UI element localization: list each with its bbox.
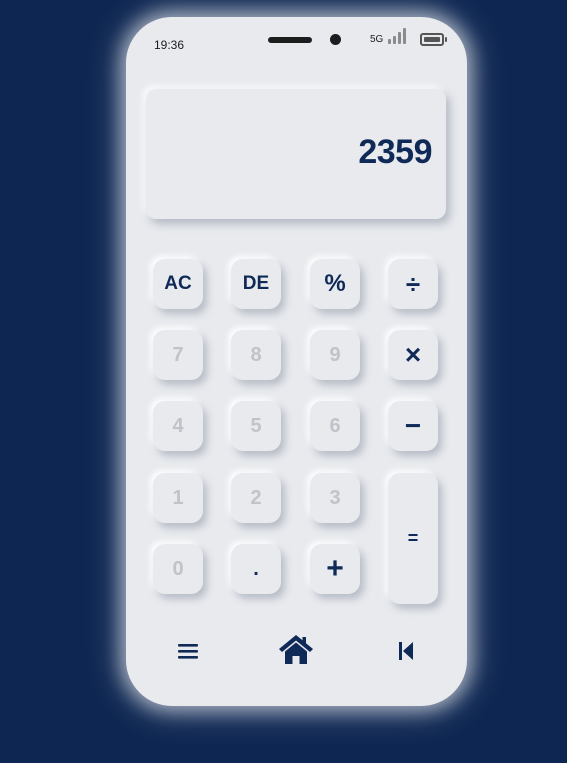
delete-button[interactable]: DE xyxy=(231,259,281,309)
ac-button[interactable]: AC xyxy=(153,259,203,309)
digit-0-button[interactable]: 0 xyxy=(153,544,203,594)
minus-button[interactable]: − xyxy=(388,401,438,451)
home-button[interactable] xyxy=(276,629,316,669)
menu-icon xyxy=(178,644,198,659)
multiply-button[interactable]: × xyxy=(388,330,438,380)
calculator-display: 2359 xyxy=(146,89,446,219)
status-time: 19:36 xyxy=(154,38,185,52)
display-value: 2359 xyxy=(358,133,432,171)
digit-6-button[interactable]: 6 xyxy=(310,401,360,451)
plus-button[interactable]: + xyxy=(310,544,360,594)
digit-2-button[interactable]: 2 xyxy=(231,473,281,523)
digit-8-button[interactable]: 8 xyxy=(231,330,281,380)
digit-7-button[interactable]: 7 xyxy=(153,330,203,380)
decimal-button[interactable]: . xyxy=(231,544,281,594)
digit-9-button[interactable]: 9 xyxy=(310,330,360,380)
percent-button[interactable]: % xyxy=(310,259,360,309)
divide-button[interactable]: ÷ xyxy=(388,259,438,309)
skip-back-icon xyxy=(399,642,413,660)
digit-5-button[interactable]: 5 xyxy=(231,401,281,451)
menu-button[interactable] xyxy=(168,631,208,671)
speaker-notch xyxy=(268,37,312,43)
camera-dot xyxy=(330,34,341,45)
battery-icon xyxy=(420,33,447,46)
phone-frame: 19:36 5G 2359 AC DE % ÷ 7 8 9 × 4 5 6 − … xyxy=(126,17,467,706)
equals-button[interactable]: = xyxy=(388,473,438,604)
skip-back-button[interactable] xyxy=(386,631,426,671)
network-label: 5G xyxy=(370,34,384,45)
home-icon xyxy=(279,635,313,664)
digit-1-button[interactable]: 1 xyxy=(153,473,203,523)
signal-icon xyxy=(388,28,410,44)
digit-3-button[interactable]: 3 xyxy=(310,473,360,523)
digit-4-button[interactable]: 4 xyxy=(153,401,203,451)
